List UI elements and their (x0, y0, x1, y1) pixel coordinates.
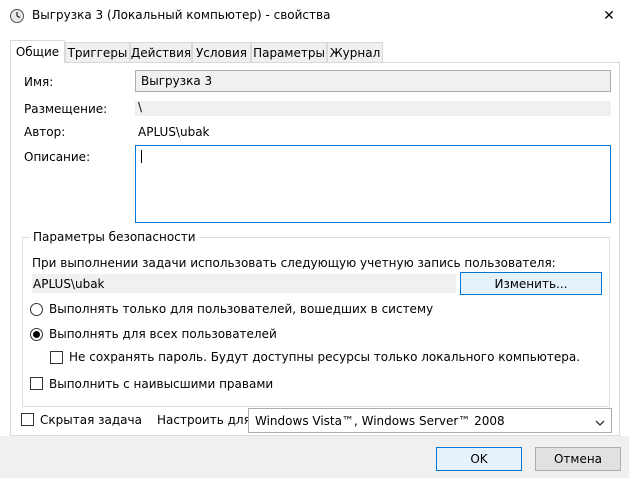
description-label: Описание: (24, 150, 91, 164)
cancel-button[interactable]: Отмена (535, 447, 621, 471)
name-label: Имя: (24, 75, 54, 89)
tab-label: Параметры (253, 45, 325, 60)
security-group-title: Параметры безопасности (30, 230, 199, 244)
tab-history[interactable]: Журнал (327, 42, 383, 62)
name-field[interactable]: Выгрузка 3 (135, 70, 611, 92)
tab-label: Условия (195, 45, 247, 60)
highest-privileges-label: Выполнить с наивысшими правами (49, 377, 274, 391)
location-field-bg (135, 101, 611, 116)
configure-for-value: Windows Vista™, Windows Server™ 2008 (255, 413, 505, 428)
description-textarea[interactable] (135, 145, 611, 223)
radio-logged-on-label: Выполнять только для пользователей, воше… (49, 302, 434, 316)
location-value: \ (138, 100, 143, 114)
configure-for-select[interactable]: Windows Vista™, Windows Server™ 2008 (248, 408, 612, 433)
location-label: Размещение: (24, 102, 108, 116)
radio-all-users[interactable] (30, 328, 43, 341)
close-icon: ✕ (603, 7, 615, 24)
ok-label: OK (470, 452, 488, 466)
ok-button[interactable]: OK (436, 447, 522, 471)
window-title: Выгрузка 3 (Локальный компьютер) - свойс… (32, 8, 331, 22)
highest-privileges-checkbox[interactable] (30, 377, 43, 390)
hidden-task-checkbox[interactable] (21, 413, 34, 426)
radio-selected-dot (33, 331, 40, 338)
tab-actions[interactable]: Действия (130, 42, 192, 62)
close-button[interactable]: ✕ (589, 0, 629, 31)
tab-label: Общие (15, 45, 60, 59)
author-label: Автор: (24, 125, 66, 139)
radio-all-users-label: Выполнять для всех пользователей (49, 327, 277, 341)
change-user-label: Изменить... (494, 276, 568, 291)
tab-triggers[interactable]: Триггеры (65, 42, 130, 62)
tab-label: Журнал (329, 45, 381, 60)
change-user-button[interactable]: Изменить... (460, 272, 602, 295)
account-value: APLUS\ubak (33, 277, 105, 291)
tab-general[interactable]: Общие (10, 40, 65, 63)
no-store-password-label: Не сохранять пароль. Будут доступны ресу… (69, 350, 581, 364)
tab-conditions[interactable]: Условия (192, 42, 251, 62)
no-store-password-checkbox[interactable] (50, 351, 63, 364)
configure-for-label: Настроить для: (157, 413, 255, 427)
author-value: APLUS\ubak (138, 125, 210, 139)
radio-logged-on-only[interactable] (30, 303, 43, 316)
chevron-down-icon (595, 416, 605, 430)
tab-label: Триггеры (67, 45, 128, 60)
task-scheduler-icon (9, 8, 25, 24)
text-caret (141, 150, 142, 163)
tab-label: Действия (130, 45, 192, 60)
tab-settings[interactable]: Параметры (251, 42, 327, 62)
hidden-task-label: Скрытая задача (40, 413, 142, 427)
cancel-label: Отмена (553, 452, 603, 466)
run-as-text: При выполнении задачи использовать следу… (32, 256, 556, 270)
